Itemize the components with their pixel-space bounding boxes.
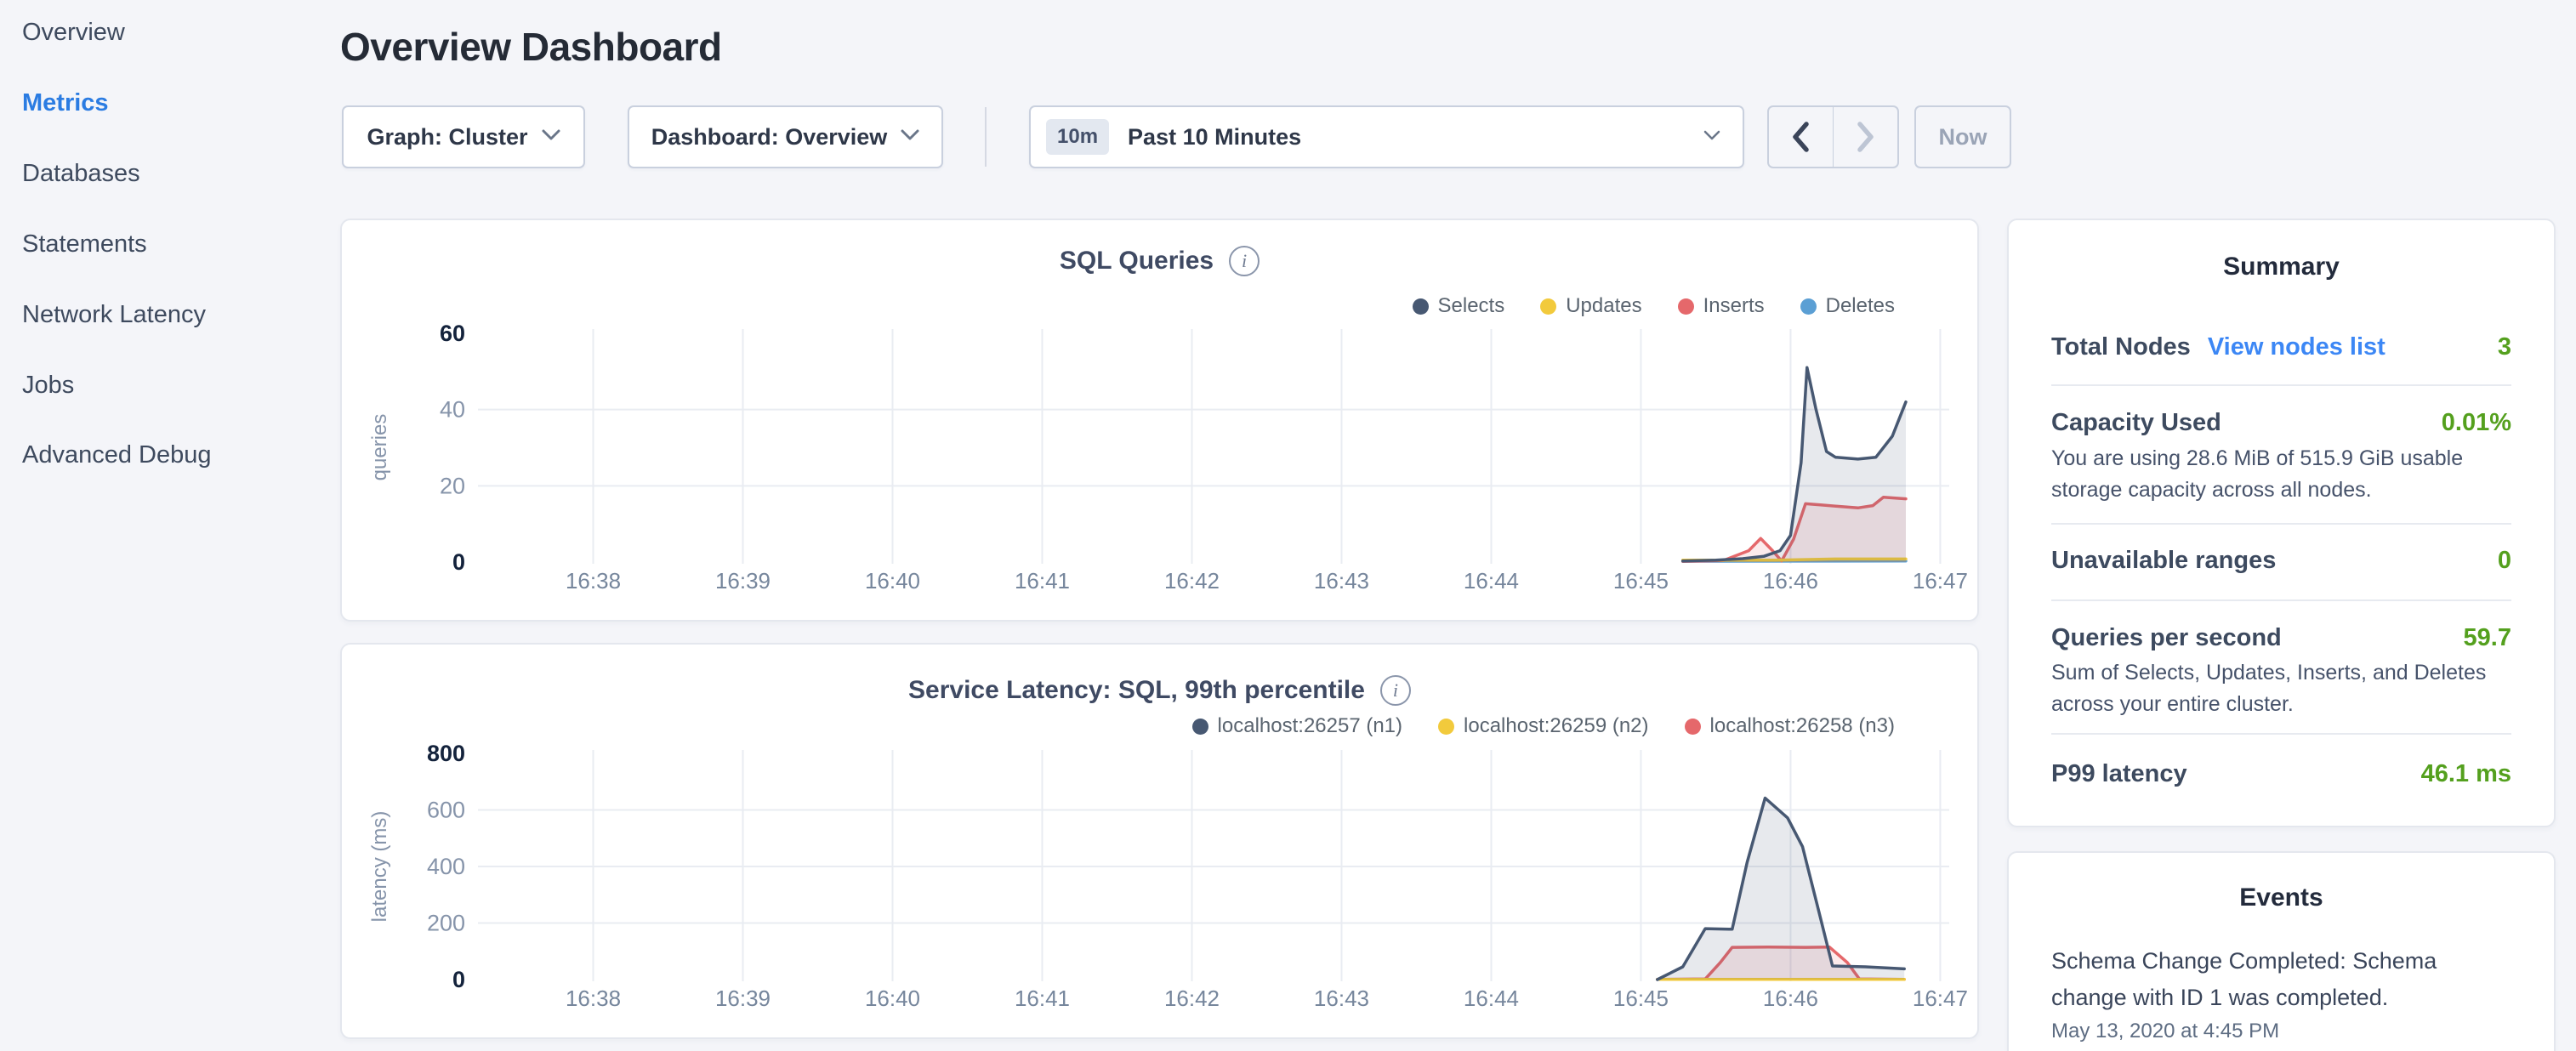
- view-nodes-list-link[interactable]: View nodes list: [2208, 333, 2386, 361]
- service-latency-chart-card: Service Latency: SQL, 99th percentile i …: [340, 643, 1979, 1039]
- event-timestamp: May 13, 2020 at 4:45 PM: [2051, 1020, 2279, 1043]
- sidebar-item-overview[interactable]: Overview: [22, 15, 125, 49]
- time-forward-button[interactable]: [1834, 107, 1897, 167]
- svg-text:16:39: 16:39: [715, 986, 771, 1011]
- time-back-button[interactable]: [1769, 107, 1833, 167]
- svg-text:200: 200: [427, 911, 465, 936]
- summary-row-label: Unavailable ranges: [2051, 547, 2276, 575]
- summary-divider: [2051, 523, 2511, 525]
- service-latency-chart[interactable]: 16:38 16:39 16:40 16:41 16:42 16:43 16:44 16:45…: [342, 645, 1981, 1041]
- svg-text:16:39: 16:39: [715, 568, 771, 594]
- summary-heading: Summary: [2009, 253, 2554, 281]
- time-range-label: Past 10 Minutes: [1128, 124, 1301, 151]
- now-button[interactable]: Now: [1914, 105, 2011, 168]
- summary-panel: Summary Total Nodes View nodes list 3 Capac…: [2007, 219, 2556, 827]
- svg-text:16:45: 16:45: [1613, 986, 1669, 1011]
- summary-row-value: 59.7: [2464, 624, 2511, 652]
- events-heading: Events: [2009, 883, 2554, 912]
- svg-text:16:42: 16:42: [1164, 568, 1220, 594]
- svg-text:16:43: 16:43: [1314, 986, 1369, 1011]
- svg-text:400: 400: [427, 854, 465, 879]
- sidebar-item-databases[interactable]: Databases: [22, 156, 140, 190]
- svg-text:16:40: 16:40: [865, 568, 920, 594]
- sql-queries-chart[interactable]: 16:38 16:39 16:40 16:41 16:42 16:43 16:44 16:45…: [342, 220, 1981, 623]
- summary-row-value: 3: [2498, 333, 2511, 361]
- svg-text:16:47: 16:47: [1913, 986, 1968, 1011]
- summary-row-capacity-used: Capacity Used 0.01%: [2051, 402, 2511, 443]
- svg-text:16:44: 16:44: [1464, 568, 1519, 594]
- summary-row-description: Sum of Selects, Updates, Inserts, and De…: [2051, 657, 2515, 720]
- summary-row-unavailable-ranges: Unavailable ranges 0: [2051, 540, 2511, 581]
- now-button-label: Now: [1939, 124, 1987, 151]
- svg-text:16:45: 16:45: [1613, 568, 1669, 594]
- svg-text:60: 60: [440, 321, 465, 346]
- svg-text:16:47: 16:47: [1913, 568, 1968, 594]
- svg-text:0: 0: [452, 967, 465, 992]
- summary-divider: [2051, 599, 2511, 601]
- time-range-badge: 10m: [1046, 119, 1109, 155]
- sidebar-item-statements[interactable]: Statements: [22, 227, 147, 261]
- summary-divider: [2051, 733, 2511, 735]
- svg-text:40: 40: [440, 397, 465, 423]
- summary-row-label: P99 latency: [2051, 760, 2187, 788]
- svg-text:16:41: 16:41: [1015, 568, 1070, 594]
- svg-text:800: 800: [427, 741, 465, 766]
- summary-row-label: Capacity Used: [2051, 409, 2221, 437]
- sidebar-item-metrics[interactable]: Metrics: [22, 86, 109, 120]
- svg-text:16:42: 16:42: [1164, 986, 1220, 1011]
- controls-divider: [985, 107, 987, 167]
- svg-text:16:46: 16:46: [1763, 986, 1818, 1011]
- svg-text:20: 20: [440, 473, 465, 498]
- svg-text:queries: queries: [368, 414, 391, 481]
- summary-row-queries-per-second: Queries per second 59.7: [2051, 617, 2511, 658]
- svg-text:16:38: 16:38: [566, 568, 621, 594]
- graph-dropdown[interactable]: Graph: Cluster: [342, 105, 585, 168]
- summary-row-label: Queries per second: [2051, 624, 2282, 652]
- dashboard-dropdown[interactable]: Dashboard: Overview: [628, 105, 943, 168]
- summary-row-p99-latency: P99 latency 46.1 ms: [2051, 753, 2511, 794]
- time-arrows-group: [1767, 105, 1899, 168]
- summary-row-value: 46.1 ms: [2421, 760, 2511, 788]
- dashboard-dropdown-label: Dashboard: Overview: [651, 124, 888, 151]
- sidebar-item-advanced-debug[interactable]: Advanced Debug: [22, 438, 212, 472]
- sql-queries-chart-card: SQL Queries i SelectsUpdatesInsertsDelet…: [340, 219, 1979, 622]
- page-title: Overview Dashboard: [340, 24, 722, 70]
- chevron-down-icon: [1703, 129, 1720, 145]
- svg-text:latency (ms): latency (ms): [368, 811, 391, 923]
- events-panel: Events Schema Change Completed: Schema c…: [2007, 851, 2556, 1051]
- summary-row-total-nodes: Total Nodes View nodes list 3: [2051, 327, 2511, 367]
- svg-text:0: 0: [452, 549, 465, 575]
- chevron-down-icon: [901, 129, 919, 145]
- time-range-selector[interactable]: 10m Past 10 Minutes: [1029, 105, 1744, 168]
- svg-text:16:44: 16:44: [1464, 986, 1519, 1011]
- svg-text:600: 600: [427, 798, 465, 823]
- sidebar-item-network-latency[interactable]: Network Latency: [22, 298, 206, 332]
- event-message[interactable]: Schema Change Completed: Schema change w…: [2051, 943, 2498, 1016]
- svg-text:16:46: 16:46: [1763, 568, 1818, 594]
- chevron-down-icon: [542, 129, 560, 145]
- summary-row-label: Total Nodes: [2051, 333, 2191, 361]
- summary-row-value: 0.01%: [2442, 409, 2511, 437]
- sidebar-item-jobs[interactable]: Jobs: [22, 368, 74, 402]
- svg-text:16:43: 16:43: [1314, 568, 1369, 594]
- summary-row-description: You are using 28.6 MiB of 515.9 GiB usab…: [2051, 443, 2515, 506]
- graph-dropdown-label: Graph: Cluster: [367, 124, 527, 151]
- summary-divider: [2051, 384, 2511, 386]
- svg-text:16:41: 16:41: [1015, 986, 1070, 1011]
- summary-row-value: 0: [2498, 547, 2511, 575]
- svg-text:16:38: 16:38: [566, 986, 621, 1011]
- svg-text:16:40: 16:40: [865, 986, 920, 1011]
